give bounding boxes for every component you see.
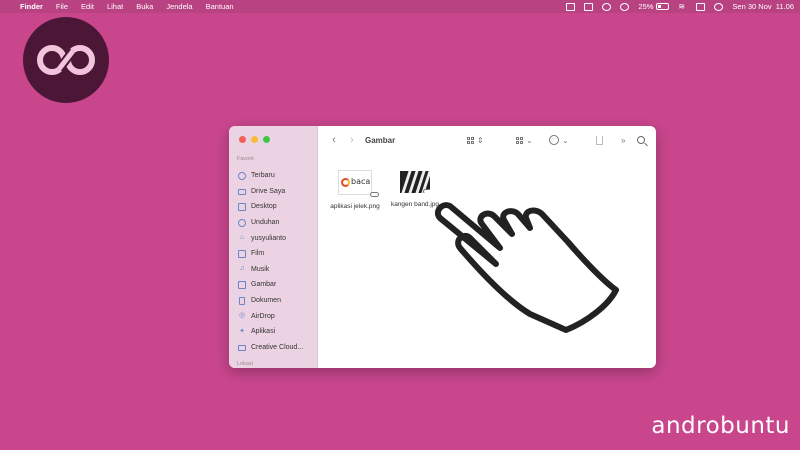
photo-icon [238, 280, 246, 289]
double-chevron-icon: » [621, 135, 626, 145]
sidebar-section-locations: Lokasi [237, 361, 253, 367]
music-icon: ♫ [239, 265, 245, 273]
record-tray-icon[interactable] [602, 2, 612, 11]
share-icon [596, 135, 603, 145]
sidebar-item-unduhan[interactable]: Unduhan [229, 215, 318, 231]
finder-sidebar: Favorit Terbaru Drive Saya Desktop Unduh… [229, 126, 318, 368]
sidebar-item-musik[interactable]: ♫ Musik [229, 262, 318, 278]
chevron-updown-icon: ⇕ [477, 135, 484, 145]
view-mode-button[interactable]: ⇕ [467, 134, 484, 146]
sidebar-item-creative-cloud[interactable]: Creative Cloud... [229, 340, 318, 356]
finder-toolbar: ‹ › Gambar [319, 126, 656, 154]
search-icon [637, 136, 645, 144]
sidebar-item-label: Creative Cloud... [251, 343, 304, 351]
back-button[interactable]: ‹ [325, 134, 343, 146]
androbuntu-logo [23, 17, 109, 103]
apps-icon: ✦ [239, 327, 245, 335]
sidebar-item-drive-saya[interactable]: Drive Saya [229, 184, 318, 200]
close-button[interactable] [239, 136, 246, 143]
battery-icon [656, 3, 670, 10]
menu-clock[interactable]: Sen 30 Nov 11.06 [732, 2, 794, 11]
sidebar-item-label: AirDrop [251, 312, 275, 320]
sidebar-item-label: Desktop [251, 203, 277, 211]
document-icon [239, 296, 245, 305]
sidebar-item-desktop[interactable]: Desktop [229, 199, 318, 215]
sidebar-item-label: Drive Saya [251, 187, 286, 195]
menu-view[interactable]: Lihat [107, 0, 123, 13]
sidebar-item-label: Gambar [251, 281, 277, 289]
sidebar-item-airdrop[interactable]: ◎ AirDrop [229, 308, 318, 324]
home-icon: ⌂ [239, 234, 245, 242]
menu-window[interactable]: Jendela [166, 0, 192, 13]
sidebar-item-dokumen[interactable]: Dokumen [229, 293, 318, 309]
menu-edit[interactable]: Edit [81, 0, 94, 13]
group-icon [516, 136, 523, 144]
sidebar-item-label: Terbaru [251, 172, 275, 180]
chevron-down-icon: ⌄ [526, 135, 533, 145]
group-button[interactable]: ⌄ [516, 134, 533, 146]
sidebar-item-label: yusyulianto [251, 234, 287, 242]
sidebar-list: Terbaru Drive Saya Desktop Unduhan ⌂ yus… [229, 168, 318, 355]
more-toolbar-button[interactable]: » [621, 134, 625, 146]
wifi-icon[interactable]: ≋ [678, 2, 687, 11]
share-button[interactable] [596, 134, 603, 146]
ring-tray-icon[interactable] [620, 2, 630, 11]
menu-app-finder[interactable]: Finder [20, 0, 43, 13]
sidebar-item-film[interactable]: Film [229, 246, 318, 262]
download-icon [238, 218, 246, 227]
folder-icon [238, 188, 246, 195]
sidebar-item-aplikasi[interactable]: ✦ Aplikasi [229, 324, 318, 340]
user-tray-icon[interactable] [714, 2, 724, 11]
window-controls [239, 136, 270, 143]
action-button[interactable]: ··· ⌄ [549, 134, 569, 146]
sidebar-item-label: Musik [251, 265, 270, 273]
battery-status[interactable]: 25% [638, 2, 670, 11]
hand-pointer-icon [434, 202, 619, 333]
sidebar-item-label: Dokumen [251, 297, 281, 305]
battery-percent: 25% [638, 2, 654, 11]
control-center-icon[interactable] [696, 2, 706, 11]
status-tray: 25% ≋ Sen 30 Nov 11.06 [566, 2, 794, 11]
zoom-button[interactable] [263, 136, 270, 143]
menu-go[interactable]: Buka [136, 0, 153, 13]
image-thumbnail: baca [338, 170, 379, 197]
infinity-logo-icon [37, 45, 95, 75]
cloud-icon [370, 192, 379, 197]
image-thumbnail [400, 171, 430, 193]
forward-button[interactable]: › [343, 134, 361, 146]
sidebar-section-favorites: Favorit [237, 156, 254, 162]
sidebar-item-home[interactable]: ⌂ yusyulianto [229, 230, 318, 246]
airdrop-icon: ◎ [238, 312, 246, 320]
icon-view-icon [467, 136, 474, 144]
drive-tray-icon[interactable] [584, 2, 594, 11]
film-icon [238, 249, 246, 258]
sidebar-item-label: Aplikasi [251, 328, 276, 336]
search-button[interactable] [637, 134, 645, 146]
sidebar-item-gambar[interactable]: Gambar [229, 277, 318, 293]
adobe-tray-icon[interactable] [566, 2, 576, 11]
cloud-icon [423, 189, 430, 193]
sidebar-item-terbaru[interactable]: Terbaru [229, 168, 318, 184]
watermark: androbuntu [651, 413, 790, 439]
menu-help[interactable]: Bantuan [206, 0, 234, 13]
clock-icon [238, 171, 246, 180]
window-title: Gambar [365, 135, 396, 145]
sidebar-item-label: Unduhan [251, 219, 280, 227]
menu-bar: Finder File Edit Lihat Buka Jendela Bant… [0, 0, 800, 13]
minimize-button[interactable] [251, 136, 258, 143]
desktop-icon [238, 202, 246, 211]
sidebar-item-label: Film [251, 250, 265, 258]
folder-icon [238, 344, 246, 351]
thumbnail-text: baca [351, 177, 371, 186]
chevron-down-icon: ⌄ [562, 135, 569, 145]
menu-file[interactable]: File [56, 0, 68, 13]
more-icon: ··· [549, 135, 559, 145]
